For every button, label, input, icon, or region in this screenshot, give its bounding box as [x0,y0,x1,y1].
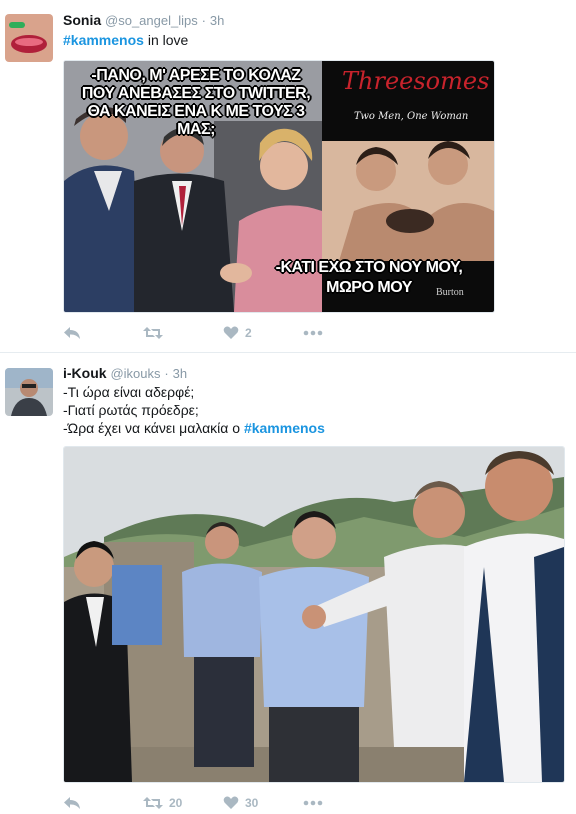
tweet-ikouk[interactable]: i-Kouk @ikouks · 3h -Τι ώρα είναι αδερφέ… [0,353,576,814]
tweet-line-2: -Γιατί ρωτάς πρόεδρε; [63,402,199,418]
heart-icon [223,796,239,809]
hashtag-link[interactable]: #kammenos [244,420,325,436]
book-subtitle: Two Men, One Woman [354,111,469,122]
tweet-text: #kammenos in love [63,31,188,49]
photo-great-wall [64,447,564,782]
avatar[interactable] [5,368,53,416]
retweet-icon [143,797,163,809]
tweet-line-1: -Τι ώρα είναι αδερφέ; [63,384,195,400]
separator: · [164,366,169,381]
like-count: 30 [245,796,259,810]
more-icon [303,330,323,336]
retweet-button[interactable] [143,326,223,340]
separator: · [201,13,206,28]
display-name[interactable]: i-Kouk [63,365,107,381]
tweet-text: -Τι ώρα είναι αδερφέ; -Γιατί ρωτάς πρόεδ… [63,383,325,437]
tweet-line-3: -Ώρα έχει να κάνει μαλακία ο #kammenos [63,419,325,437]
tweet-sonia[interactable]: Sonia @so_angel_lips · 3h #kammenos in l… [0,0,576,353]
avatar[interactable] [5,14,53,62]
display-name[interactable]: Sonia [63,12,101,28]
like-button[interactable]: 2 [223,326,303,340]
more-icon [303,800,323,806]
book-author: Burton [436,287,464,298]
more-button[interactable] [303,330,383,336]
tweet-line-3-text: -Ώρα έχει να κάνει μαλακία ο [63,420,244,436]
hashtag-link[interactable]: #kammenos [63,32,144,48]
reply-button[interactable] [63,796,143,810]
meme-caption-top: -ΠΑΝΟ, Μ' ΑΡΕΣΕ ΤΟ ΚΟΛΑΖ ΠΟΥ ΑΝΕΒΑΣΕΣ ΣΤ… [81,67,311,138]
retweet-count: 20 [169,796,183,810]
tweet-image[interactable]: -ΠΑΝΟ, Μ' ΑΡΕΣΕ ΤΟ ΚΟΛΑΖ ΠΟΥ ΑΝΕΒΑΣΕΣ ΣΤ… [63,60,495,313]
book-title: Threesomes [342,67,490,95]
more-button[interactable] [303,800,383,806]
tweet-actions: 2 [63,323,383,343]
like-count: 2 [245,326,252,340]
tweet-header: i-Kouk @ikouks · 3h [63,365,187,381]
retweet-button[interactable]: 20 [143,796,223,810]
like-button[interactable]: 30 [223,796,303,810]
tweet-image[interactable] [63,446,565,783]
tweet-actions: 20 30 [63,793,383,813]
timestamp[interactable]: 3h [210,13,224,28]
user-handle[interactable]: @so_angel_lips [105,13,198,28]
timestamp[interactable]: 3h [173,366,187,381]
tweet-header: Sonia @so_angel_lips · 3h [63,12,224,28]
heart-icon [223,326,239,339]
retweet-icon [143,327,163,339]
user-handle[interactable]: @ikouks [110,366,160,381]
reply-button[interactable] [63,326,143,340]
reply-icon [64,797,80,809]
tweet-text-rest: in love [143,32,189,48]
reply-icon [64,327,80,339]
